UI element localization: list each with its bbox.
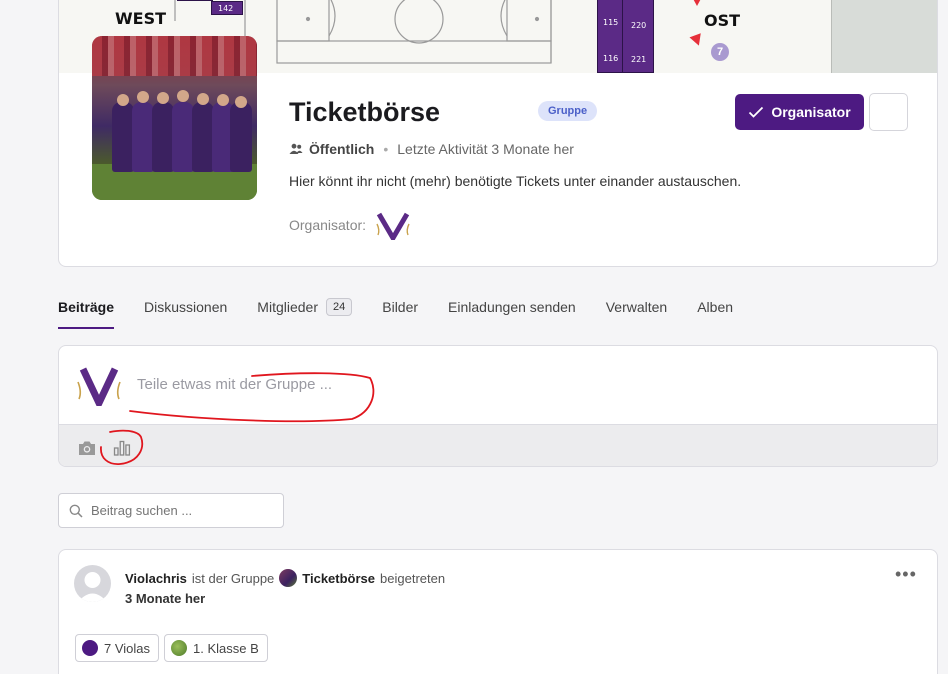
activity-post: Violachris ist der Gruppe Ticketbörse be…	[58, 549, 938, 674]
chip-avatar	[82, 640, 98, 656]
player	[132, 102, 154, 172]
member-count-badge: 24	[326, 298, 353, 316]
group-meta: Öffentlich • Letzte Aktivität 3 Monate h…	[289, 141, 574, 157]
player	[152, 102, 174, 172]
section-number: 115	[603, 18, 619, 27]
activity-group-link[interactable]: Ticketbörse	[302, 571, 375, 586]
group-header-card: WEST OST 220 142 115 220 116 221 7	[58, 0, 938, 267]
player	[112, 102, 134, 172]
activity-timestamp[interactable]: 3 Monate her	[125, 591, 205, 606]
player-head	[177, 90, 189, 102]
chip-group[interactable]: 7 Violas	[75, 634, 160, 662]
tab-alben[interactable]: Alben	[697, 299, 733, 329]
group-tabs: Beiträge Diskussionen Mitglieder 24 Bilde…	[58, 298, 763, 329]
more-options-button[interactable]	[869, 93, 908, 131]
group-photo	[92, 36, 257, 200]
tab-verwalten[interactable]: Verwalten	[606, 299, 667, 329]
composer-toolbar	[59, 424, 937, 466]
visibility-label: Öffentlich	[309, 141, 375, 157]
post-search[interactable]	[58, 493, 284, 528]
poll-icon[interactable]	[112, 439, 132, 457]
organizer-label: Organisator:	[289, 217, 367, 233]
section-number: 116	[603, 54, 619, 63]
player-head	[117, 94, 129, 106]
tab-label: Verwalten	[605, 299, 668, 315]
tab-label: Bilder	[382, 299, 419, 315]
post-input[interactable]: Teile etwas mit der Gruppe ...	[137, 376, 332, 393]
player-head	[157, 92, 169, 104]
tab-label: Diskussionen	[144, 299, 228, 315]
chip-group[interactable]: 1. Klasse B	[164, 634, 268, 662]
chip-label: 1. Klasse B	[193, 640, 259, 656]
activity-text: Violachris ist der Gruppe Ticketbörse be…	[125, 569, 445, 587]
check-icon	[749, 106, 764, 118]
tab-label: Beiträge	[58, 299, 115, 315]
player	[172, 102, 194, 172]
group-description: Hier könnt ihr nicht (mehr) benötigte Ti…	[289, 173, 742, 189]
last-activity: Letzte Aktivität 3 Monate her	[397, 141, 574, 157]
search-input[interactable]	[91, 503, 261, 518]
more-icon[interactable]: •••	[895, 564, 917, 585]
section-number: 221	[631, 55, 647, 64]
post-composer: Teile etwas mit der Gruppe ...	[58, 345, 938, 467]
organizer-button-label: Organisator	[771, 104, 851, 120]
tab-mitglieder[interactable]: Mitglieder 24	[257, 298, 353, 329]
user-avatar-logo	[77, 367, 121, 406]
tab-diskussionen[interactable]: Diskussionen	[144, 299, 227, 329]
chip-avatar	[171, 640, 188, 656]
arrow-marker-icon	[691, 0, 703, 6]
section-badge: 7	[711, 43, 729, 61]
player	[230, 102, 252, 172]
people-icon	[289, 143, 303, 154]
activity-chips: 7 Violas 1. Klasse B	[75, 634, 268, 662]
tab-beitraege[interactable]: Beiträge	[58, 299, 115, 329]
crowd-background	[92, 36, 257, 76]
organizer-button[interactable]: Organisator	[735, 94, 864, 130]
player-head	[197, 93, 209, 105]
stand-ost-label: OST	[704, 11, 741, 30]
chip-label: 7 Violas	[104, 640, 151, 656]
player	[192, 102, 214, 172]
player-head	[217, 94, 229, 106]
tab-label: Alben	[697, 299, 734, 315]
activity-action-pre: ist der Gruppe	[191, 570, 275, 586]
meta-separator: •	[383, 141, 389, 157]
avatar[interactable]	[74, 565, 111, 602]
organizer-row: Organisator:	[289, 210, 410, 240]
tab-bilder[interactable]: Bilder	[382, 299, 418, 329]
section-number: 142	[218, 4, 234, 13]
group-title: Ticketbörse	[289, 97, 441, 127]
camera-icon[interactable]	[77, 440, 97, 456]
activity-user-link[interactable]: Violachris	[125, 571, 187, 586]
group-avatar	[279, 569, 298, 587]
section-number: 220	[631, 21, 647, 30]
tab-label: Einladungen senden	[448, 299, 576, 315]
activity-action-post: beigetreten	[380, 570, 446, 586]
tab-label: Mitglieder	[257, 299, 318, 315]
user-silhouette-icon	[78, 572, 107, 602]
tab-einladungen[interactable]: Einladungen senden	[448, 299, 576, 329]
search-icon	[69, 504, 83, 518]
player-head	[235, 96, 247, 108]
cover-panel	[831, 0, 937, 73]
player-head	[137, 91, 149, 103]
violets-logo[interactable]	[376, 210, 410, 240]
stand-west-label: WEST	[115, 9, 167, 28]
section-block	[177, 0, 213, 1]
group-type-badge: Gruppe	[538, 101, 598, 121]
